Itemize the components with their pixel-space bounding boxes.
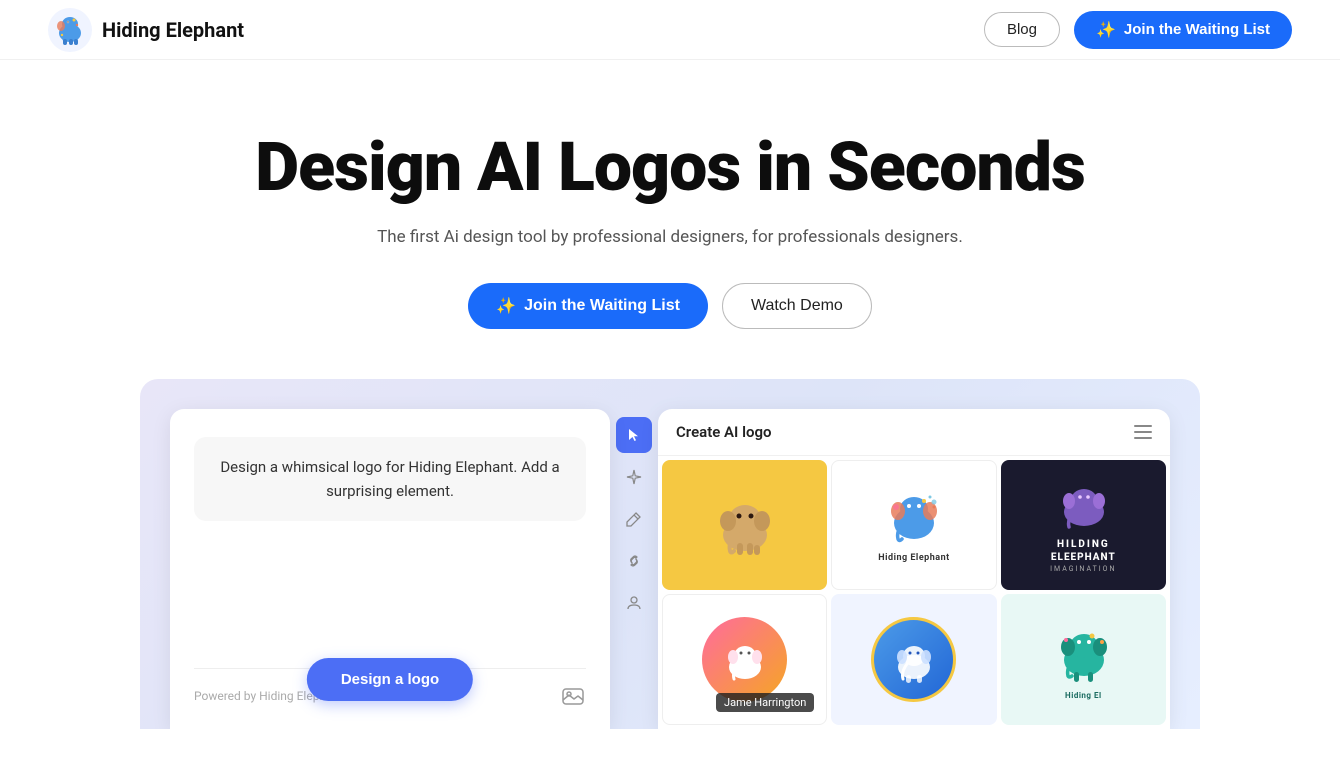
logo-6-text: Hiding El bbox=[1065, 691, 1102, 700]
tooltip-text: Jame Harrington bbox=[724, 696, 806, 709]
image-upload-icon[interactable] bbox=[560, 683, 586, 709]
hero-subtitle: The first Ai design tool by professional… bbox=[377, 227, 963, 247]
logo-3-line2: ELEEPHANT bbox=[1051, 552, 1116, 563]
design-button[interactable]: Design a logo bbox=[307, 658, 473, 701]
toolbar-pen[interactable] bbox=[616, 501, 652, 537]
ai-logo-panel: Create AI logo bbox=[658, 409, 1170, 729]
toolbar-link[interactable] bbox=[616, 543, 652, 579]
logo-cell-5 bbox=[831, 594, 996, 725]
logo-cell-1 bbox=[662, 460, 827, 591]
hero-wand-icon: ✨ bbox=[496, 296, 516, 316]
toolbar-cursor[interactable] bbox=[616, 417, 652, 453]
logo-grid: Hiding Elephant bbox=[658, 456, 1170, 729]
chat-text: Design a whimsical logo for Hiding Eleph… bbox=[220, 458, 559, 500]
wand-icon: ✨ bbox=[1096, 20, 1116, 40]
hero-title: Design AI Logos in Seconds bbox=[255, 130, 1085, 205]
logo-cell-6: Hiding El bbox=[1001, 594, 1166, 725]
app-preview: Design a whimsical logo for Hiding Eleph… bbox=[140, 379, 1200, 729]
nav-waitlist-button[interactable]: ✨ Join the Waiting List bbox=[1074, 11, 1292, 49]
toolbar-sparkle[interactable] bbox=[616, 459, 652, 495]
nav-waitlist-label: Join the Waiting List bbox=[1124, 21, 1270, 38]
hero-waitlist-label: Join the Waiting List bbox=[524, 297, 680, 315]
logo-cell-2: Hiding Elephant bbox=[831, 460, 996, 591]
logo-2-text: Hiding Elephant bbox=[878, 553, 949, 563]
hero-section: Design AI Logos in Seconds The first Ai … bbox=[0, 60, 1340, 729]
chat-bubble: Design a whimsical logo for Hiding Eleph… bbox=[194, 437, 586, 521]
hero-waitlist-button[interactable]: ✨ Join the Waiting List bbox=[468, 283, 708, 329]
logo-3-line1: HILDING bbox=[1057, 539, 1110, 550]
elephant-logo-5 bbox=[886, 635, 941, 685]
logo-cell-4: Jame Harrington bbox=[662, 594, 827, 725]
logo-container: Hiding Elephant bbox=[48, 8, 244, 52]
elephant-logo-4 bbox=[717, 635, 772, 685]
hero-buttons: ✨ Join the Waiting List Watch Demo bbox=[468, 283, 872, 329]
logo-3-line3: IMAGINATION bbox=[1050, 565, 1116, 573]
elephant-logo-2 bbox=[876, 487, 951, 547]
navbar: Hiding Elephant Blog ✨ Join the Waiting … bbox=[0, 0, 1340, 60]
ai-panel-header: Create AI logo bbox=[658, 409, 1170, 456]
logo-icon bbox=[48, 8, 92, 52]
ai-panel-title: Create AI logo bbox=[676, 423, 772, 441]
chat-panel: Design a whimsical logo for Hiding Eleph… bbox=[170, 409, 610, 729]
toolbar-person[interactable] bbox=[616, 585, 652, 621]
logo-text: Hiding Elephant bbox=[102, 18, 244, 42]
hamburger-icon[interactable] bbox=[1134, 425, 1152, 439]
tooltip-tag: Jame Harrington bbox=[716, 693, 814, 712]
elephant-logo-3 bbox=[1046, 478, 1121, 533]
nav-actions: Blog ✨ Join the Waiting List bbox=[984, 11, 1292, 49]
elephant-logo-6 bbox=[1046, 620, 1121, 685]
toolbar bbox=[610, 409, 658, 729]
logo-cell-3: HILDING ELEEPHANT IMAGINATION bbox=[1001, 460, 1166, 591]
blog-button[interactable]: Blog bbox=[984, 12, 1060, 47]
hero-demo-button[interactable]: Watch Demo bbox=[722, 283, 872, 329]
elephant-logo-1 bbox=[710, 493, 780, 558]
